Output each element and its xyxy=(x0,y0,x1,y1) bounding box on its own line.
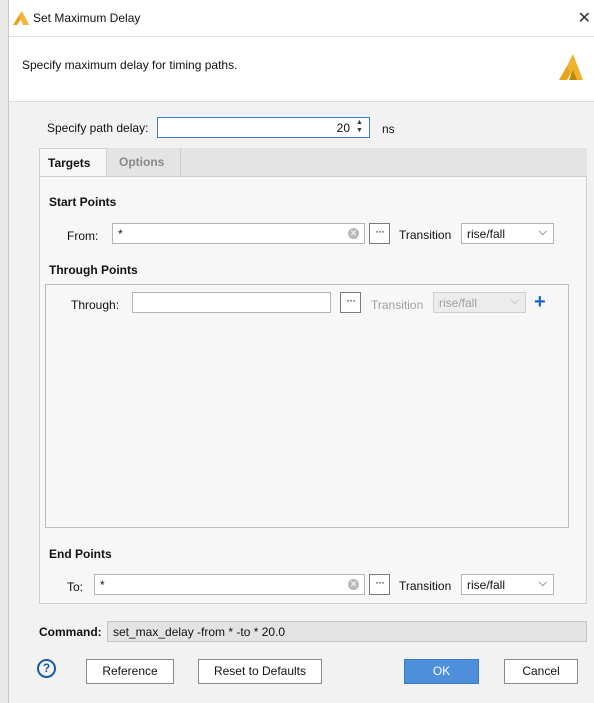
to-input[interactable]: * ✕ xyxy=(94,574,365,595)
through-browse-button[interactable]: ··· xyxy=(340,292,361,313)
title-bar: Set Maximum Delay ✕ xyxy=(9,0,594,37)
through-transition-value: rise/fall xyxy=(439,296,478,310)
through-points-title: Through Points xyxy=(49,263,138,277)
from-value: * xyxy=(118,227,123,241)
clear-icon[interactable]: ✕ xyxy=(348,228,359,239)
chevron-down-icon: ⌵ xyxy=(538,577,547,589)
path-delay-value: 20 xyxy=(336,121,350,135)
reset-to-defaults-button[interactable]: Reset to Defaults xyxy=(198,659,322,684)
start-transition-select[interactable]: rise/fall ⌵ xyxy=(461,223,554,244)
set-maximum-delay-dialog: Set Maximum Delay ✕ Specify maximum dela… xyxy=(8,0,594,703)
path-delay-label: Specify path delay: xyxy=(47,121,149,135)
start-transition-label: Transition xyxy=(399,228,452,242)
end-transition-select[interactable]: rise/fall ⌵ xyxy=(461,574,554,595)
to-value: * xyxy=(100,578,105,592)
from-input[interactable]: * ✕ xyxy=(112,223,365,244)
command-preview: set_max_delay -from * -to * 20.0 xyxy=(107,621,587,642)
command-value: set_max_delay -from * -to * 20.0 xyxy=(113,625,286,639)
end-transition-value: rise/fall xyxy=(467,578,506,592)
through-label: Through: xyxy=(71,298,120,312)
path-delay-unit: ns xyxy=(382,122,395,136)
start-transition-value: rise/fall xyxy=(467,227,506,241)
from-browse-button[interactable]: ··· xyxy=(369,223,390,244)
command-label: Command: xyxy=(39,625,102,639)
close-icon[interactable]: ✕ xyxy=(578,8,591,28)
through-transition-select[interactable]: rise/fall ⌵ xyxy=(433,292,526,313)
reference-button[interactable]: Reference xyxy=(86,659,174,684)
spinner-arrows-icon[interactable]: ▲ ▼ xyxy=(356,119,366,135)
tab-bar: Targets Options xyxy=(39,148,587,177)
from-label: From: xyxy=(67,229,99,243)
help-button[interactable]: ? xyxy=(37,659,56,678)
through-input[interactable] xyxy=(132,292,331,313)
header-panel: Specify maximum delay for timing paths. xyxy=(9,37,594,102)
to-browse-button[interactable]: ··· xyxy=(369,574,390,595)
end-transition-label: Transition xyxy=(399,579,452,593)
tab-options-label: Options xyxy=(119,155,165,169)
chevron-down-icon: ⌵ xyxy=(510,295,519,307)
tab-targets[interactable]: Targets xyxy=(39,148,107,176)
path-delay-spinner[interactable]: 20 ▲ ▼ xyxy=(157,117,370,138)
dialog-description: Specify maximum delay for timing paths. xyxy=(22,58,238,72)
through-transition-label: Transition xyxy=(371,298,424,312)
ok-button[interactable]: OK xyxy=(404,659,479,684)
tab-options[interactable]: Options xyxy=(111,148,181,176)
to-label: To: xyxy=(67,580,84,594)
start-points-title: Start Points xyxy=(49,195,117,209)
add-through-point-icon[interactable]: + xyxy=(534,292,546,312)
xilinx-logo-icon xyxy=(559,54,583,80)
through-points-panel xyxy=(45,284,569,528)
cancel-button[interactable]: Cancel xyxy=(504,659,578,684)
chevron-down-icon: ⌵ xyxy=(538,226,547,238)
window-title: Set Maximum Delay xyxy=(33,11,141,25)
end-points-title: End Points xyxy=(49,547,112,561)
app-logo-icon xyxy=(13,11,29,25)
tab-targets-label: Targets xyxy=(48,156,91,170)
clear-icon[interactable]: ✕ xyxy=(348,579,359,590)
